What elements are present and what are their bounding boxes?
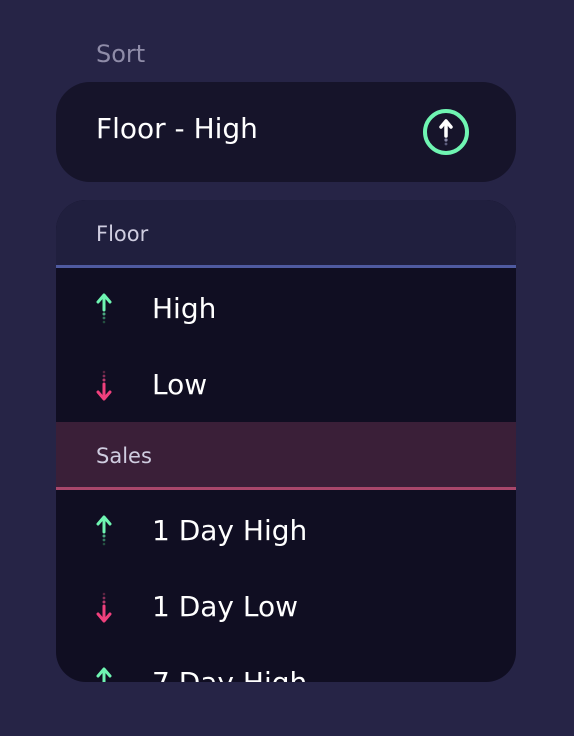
- option-label: High: [152, 292, 217, 325]
- arrow-down-icon: [96, 370, 112, 401]
- sort-selected-value: Floor - High: [96, 112, 258, 145]
- option-label: Low: [152, 368, 208, 401]
- group-title: Sales: [96, 444, 152, 468]
- group-title: Floor: [96, 222, 149, 246]
- arrow-up-icon: [96, 667, 112, 682]
- arrow-down-icon: [96, 592, 112, 623]
- arrow-up-icon: [96, 293, 112, 324]
- sort-dropdown: Floor High Low Sales 1 Day High 1 Day Lo…: [56, 200, 516, 682]
- option-label: 1 Day Low: [152, 590, 299, 623]
- arrow-up-circle-icon[interactable]: [423, 109, 469, 155]
- arrow-up-icon: [96, 515, 112, 546]
- option-sales-1-day-high[interactable]: 1 Day High: [56, 492, 516, 568]
- option-floor-high[interactable]: High: [56, 270, 516, 346]
- option-sales-7-day-high[interactable]: 7 Day High: [56, 644, 516, 682]
- sort-select[interactable]: Floor - High: [56, 82, 516, 182]
- option-label: 7 Day High: [152, 666, 307, 682]
- group-header-sales: Sales: [56, 422, 516, 490]
- option-sales-1-day-low[interactable]: 1 Day Low: [56, 568, 516, 644]
- group-header-floor: Floor: [56, 200, 516, 268]
- option-label: 1 Day High: [152, 514, 308, 547]
- sort-label: Sort: [96, 40, 146, 68]
- option-floor-low[interactable]: Low: [56, 346, 516, 422]
